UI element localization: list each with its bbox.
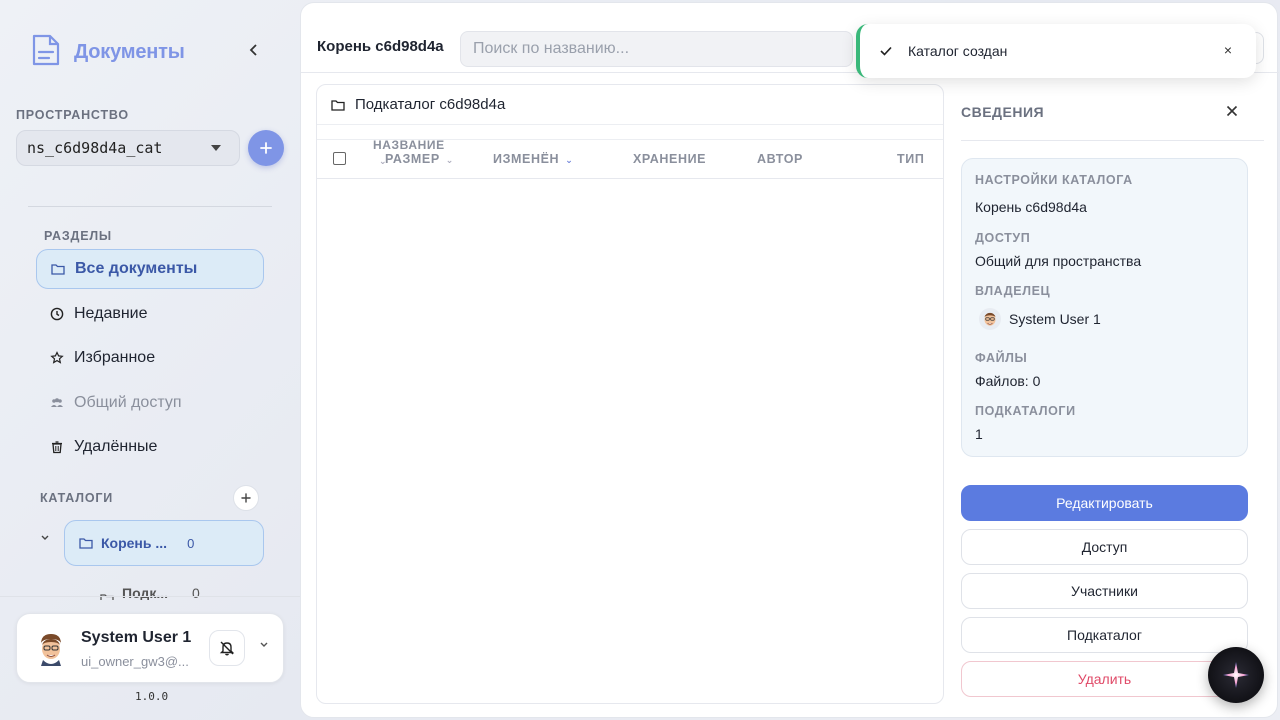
add-catalog-button[interactable] (233, 485, 259, 511)
toast-notification: Каталог создан × (856, 24, 1256, 78)
search-input[interactable] (460, 31, 853, 67)
subcatalog-button[interactable]: Подкаталог (961, 617, 1248, 653)
owner-avatar (979, 308, 1001, 330)
column-type[interactable]: ТИП (897, 152, 924, 166)
column-storage[interactable]: ХРАНЕНИЕ (633, 152, 706, 166)
app-logo[interactable]: Документы (30, 32, 185, 73)
notifications-button[interactable] (209, 630, 245, 666)
clock-icon (50, 307, 64, 321)
column-name[interactable]: НАЗВАНИЕ (373, 138, 445, 152)
bell-off-icon (219, 641, 235, 656)
sidebar-item-recent[interactable]: Недавние (36, 294, 264, 334)
add-space-button[interactable] (248, 130, 284, 166)
catalog-tree-child-label: Подк... (122, 585, 168, 600)
users-icon (51, 398, 63, 407)
sidebar-footer-border (0, 596, 300, 597)
select-all-checkbox[interactable] (333, 152, 346, 165)
toast-close-button[interactable]: × (1224, 42, 1232, 58)
sidebar-item-label: Общий доступ (74, 394, 182, 411)
subcatalogs-value: 1 (975, 426, 983, 442)
user-menu-toggle[interactable] (259, 640, 269, 652)
chevron-down-icon (260, 642, 268, 647)
files-label: ФАЙЛЫ (975, 351, 1028, 365)
assistant-fab-button[interactable] (1208, 647, 1264, 703)
user-panel[interactable]: System User 1 ui_owner_gw3@... (16, 613, 284, 683)
sidebar-item-shared[interactable]: Общий доступ (36, 383, 264, 423)
trash-icon (52, 441, 62, 454)
sparkle-icon (1223, 662, 1249, 688)
chevron-down-icon (41, 535, 49, 540)
sidebar: Документы ПРОСТРАНСТВО ns_c6d98d4a_cat Р… (0, 0, 300, 720)
settings-value: Корень c6d98d4a (975, 199, 1087, 215)
details-title: СВЕДЕНИЯ (961, 104, 1045, 120)
column-modified-label: ИЗМЕНЁН (493, 152, 560, 166)
access-value: Общий для пространства (975, 253, 1142, 269)
catalog-tree-child-count: 0 (192, 585, 200, 600)
collapse-sidebar-button[interactable] (245, 40, 263, 60)
sidebar-item-label: Удалённые (74, 438, 158, 455)
space-select[interactable]: ns_c6d98d4a_cat (16, 130, 240, 166)
sidebar-divider (28, 206, 272, 207)
table-header: НАЗВАНИЕ ⌄ РАЗМЕР ⌄ ИЗМЕНЁН ⌄ ХРАНЕНИЕ АВТ… (317, 138, 943, 179)
subfolder-name: Подкаталог c6d98d4a (355, 96, 506, 113)
chevron-left-icon (249, 44, 257, 56)
sort-icon: ⌄ (565, 155, 574, 165)
space-select-value: ns_c6d98d4a_cat (27, 139, 163, 157)
user-email: ui_owner_gw3@... (81, 654, 189, 669)
star-icon (50, 351, 64, 364)
details-panel: СВЕДЕНИЯ НАСТРОЙКИ КАТАЛОГА Корень c6d98… (944, 84, 1280, 720)
column-size[interactable]: РАЗМЕР ⌄ (385, 152, 454, 166)
catalog-tree-root-count: 0 (187, 535, 195, 551)
caret-down-icon (211, 145, 221, 151)
app-title: Документы (74, 41, 185, 63)
space-label: ПРОСТРАНСТВО (16, 108, 129, 122)
user-name: System User 1 (81, 629, 192, 646)
folder-icon (331, 99, 345, 111)
check-icon (880, 46, 892, 56)
sidebar-item-all-documents[interactable]: Все документы (36, 249, 264, 289)
catalogs-label: КАТАЛОГИ (40, 491, 114, 505)
sidebar-item-trash[interactable]: Удалённые (36, 427, 264, 467)
breadcrumb[interactable]: Корень c6d98d4a (317, 38, 444, 55)
sidebar-item-label: Избранное (74, 349, 156, 366)
details-close-button[interactable] (1226, 104, 1238, 122)
tree-expand-toggle[interactable] (40, 533, 50, 545)
owner-label: ВЛАДЕЛЕЦ (975, 284, 1051, 298)
catalog-tree-root[interactable]: Корень ... 0 (64, 520, 264, 566)
avatar (33, 630, 69, 666)
members-button[interactable]: Участники (961, 573, 1248, 609)
plus-icon (260, 142, 272, 154)
folder-icon (79, 538, 93, 549)
settings-label: НАСТРОЙКИ КАТАЛОГА (975, 173, 1133, 187)
toast-message: Каталог создан (908, 43, 1008, 59)
close-icon (1226, 105, 1238, 117)
sidebar-item-favorites[interactable]: Избранное (36, 338, 264, 378)
sidebar-item-label: Все документы (75, 260, 198, 277)
edit-button[interactable]: Редактировать (961, 485, 1248, 521)
access-button[interactable]: Доступ (961, 529, 1248, 565)
document-logo-icon (30, 32, 62, 73)
column-modified[interactable]: ИЗМЕНЁН ⌄ (493, 152, 573, 166)
delete-button[interactable]: Удалить (961, 661, 1248, 697)
subfolder-row[interactable]: Подкаталог c6d98d4a (317, 85, 943, 125)
app-version: 1.0.0 (135, 690, 169, 703)
catalog-tree-root-label: Корень ... (101, 535, 168, 551)
files-value: Файлов: 0 (975, 373, 1041, 389)
column-size-label: РАЗМЕР (385, 152, 440, 166)
plus-icon (241, 493, 251, 503)
file-list: Подкаталог c6d98d4a НАЗВАНИЕ ⌄ РАЗМЕР ⌄ И… (316, 84, 944, 704)
sections-label: РАЗДЕЛЫ (44, 229, 112, 243)
folder-icon (51, 264, 65, 275)
owner-value: System User 1 (1009, 311, 1101, 327)
access-label: ДОСТУП (975, 231, 1031, 245)
column-author[interactable]: АВТОР (757, 152, 803, 166)
catalog-info-card: НАСТРОЙКИ КАТАЛОГА Корень c6d98d4a ДОСТУ… (961, 158, 1248, 457)
subcatalogs-label: ПОДКАТАЛОГИ (975, 404, 1076, 418)
details-divider (961, 140, 1264, 141)
catalog-tree-child[interactable]: Подк... 0 (100, 584, 200, 600)
sidebar-item-label: Недавние (74, 305, 148, 322)
sort-icon: ⌄ (445, 155, 454, 165)
